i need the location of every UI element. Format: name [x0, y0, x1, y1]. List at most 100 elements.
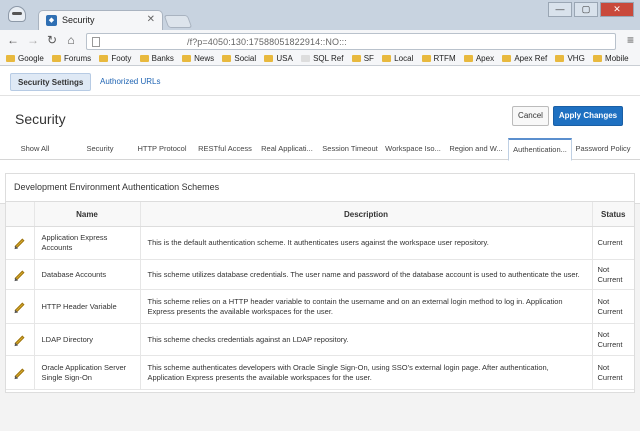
scheme-status: Current	[591, 226, 634, 260]
reload-icon[interactable]: ↻	[45, 33, 59, 47]
new-tab-button[interactable]	[163, 15, 193, 28]
pencil-edit-icon[interactable]	[14, 238, 25, 249]
region-title: Development Environment Authentication S…	[14, 182, 220, 192]
folder-icon	[421, 55, 431, 62]
bookmark-apex[interactable]: Apex	[463, 52, 494, 65]
browser-titlebar: ◆ Security ✕ — ▢ ✕	[0, 0, 640, 30]
browser-toolbar: ← → ↻ ⌂ /f?p=4050:130:17588051822914::NO…	[0, 30, 640, 52]
folder-icon	[222, 55, 232, 62]
table-row: Oracle Application Server Single Sign-On…	[6, 355, 634, 390]
scheme-status: Not Current	[591, 355, 634, 390]
tab-close-icon[interactable]: ✕	[147, 14, 155, 25]
folder-icon	[52, 55, 62, 62]
bookmark-sql-ref[interactable]: SQL Ref	[301, 52, 343, 65]
scheme-description: This scheme utilizes database credential…	[139, 259, 592, 290]
tab-real-application[interactable]: Real Applicati...	[256, 138, 318, 160]
bookmark-rtfm[interactable]: RTFM	[421, 52, 456, 65]
folder-icon	[99, 55, 109, 62]
bookmark-sf[interactable]: SF	[351, 52, 374, 65]
folder-icon	[593, 55, 603, 62]
schemes-table: Name Description Status Application Expr…	[6, 201, 634, 390]
bookmark-local[interactable]: Local	[382, 52, 413, 65]
authorized-urls-tab[interactable]: Authorized URLs	[93, 73, 167, 91]
scheme-name: HTTP Header Variable	[33, 289, 140, 324]
tab-title: Security	[62, 15, 95, 25]
edit-cell[interactable]	[6, 259, 34, 290]
back-arrow-icon[interactable]: ←	[6, 33, 20, 47]
bookmark-footy[interactable]: Footy	[99, 52, 131, 65]
pencil-edit-icon[interactable]	[14, 335, 25, 345]
page-icon	[92, 37, 100, 47]
folder-icon	[6, 55, 15, 62]
scheme-name: LDAP Directory	[33, 323, 140, 356]
pencil-edit-icon[interactable]	[14, 302, 25, 312]
bookmark-mobile[interactable]: Mobile	[593, 52, 629, 65]
scheme-status: Not Current	[591, 259, 634, 290]
edit-cell[interactable]	[6, 355, 34, 390]
edit-cell[interactable]	[6, 323, 34, 356]
tab-session-timeout[interactable]: Session Timeout	[318, 138, 382, 160]
folder-icon	[139, 55, 149, 62]
forward-arrow-icon[interactable]: →	[26, 33, 40, 47]
scheme-name: Database Accounts	[33, 259, 140, 290]
pencil-edit-icon[interactable]	[14, 270, 25, 280]
pencil-edit-icon[interactable]	[14, 368, 25, 378]
folder-icon	[182, 55, 192, 62]
scheme-name: Oracle Application Server Single Sign-On	[33, 355, 140, 390]
region-tabs: Show All Security HTTP Protocol RESTful …	[0, 138, 640, 161]
bookmark-usa[interactable]: USA	[264, 52, 293, 65]
tab-authentication[interactable]: Authentication...	[508, 138, 572, 161]
scheme-description: This is the default authentication schem…	[139, 226, 592, 260]
tab-workspace-isolation[interactable]: Workspace Iso...	[382, 138, 444, 160]
status-column-header[interactable]: Status	[591, 201, 634, 227]
folder-icon	[264, 55, 274, 62]
table-row: HTTP Header Variable This scheme relies …	[6, 289, 634, 324]
scheme-description: This scheme authenticates developers wit…	[139, 355, 592, 390]
tab-password-policy[interactable]: Password Policy	[572, 138, 634, 160]
tab-region-and-web[interactable]: Region and W...	[444, 138, 508, 160]
bookmark-forums[interactable]: Forums	[52, 52, 91, 65]
tab-http-protocol[interactable]: HTTP Protocol	[130, 138, 194, 160]
bookmark-vhg[interactable]: VHG	[555, 52, 585, 65]
minimize-button[interactable]: —	[548, 2, 572, 17]
page-content: Security Settings Authorized URLs Securi…	[0, 66, 640, 431]
tab-show-all[interactable]: Show All	[0, 138, 70, 160]
cancel-button[interactable]: Cancel	[512, 106, 549, 126]
description-column-header[interactable]: Description	[139, 201, 592, 227]
apply-changes-button[interactable]: Apply Changes	[553, 106, 623, 126]
folder-icon	[502, 55, 512, 62]
menu-icon[interactable]: ≡	[627, 33, 634, 47]
bookmark-apex-ref[interactable]: Apex Ref	[502, 52, 547, 65]
bookmark-social[interactable]: Social	[222, 52, 256, 65]
window-controls: — ▢ ✕	[548, 2, 634, 17]
scheme-status: Not Current	[591, 289, 634, 324]
name-column-header[interactable]: Name	[33, 201, 140, 227]
bookmark-banks[interactable]: Banks	[139, 52, 174, 65]
page-icon	[301, 55, 311, 62]
url-text: /f?p=4050:130:17588051822914::NO:::	[187, 37, 347, 47]
bookmarks-bar: Google Forums Footy Banks News Social US…	[0, 52, 640, 66]
edit-column-header	[6, 201, 34, 227]
scheme-status: Not Current	[591, 323, 634, 356]
bookmark-news[interactable]: News	[182, 52, 214, 65]
folder-icon	[463, 55, 473, 62]
tab-restful-access[interactable]: RESTful Access	[194, 138, 256, 160]
bookmark-google[interactable]: Google	[6, 52, 44, 65]
page-title: Security	[15, 111, 66, 127]
home-icon[interactable]: ⌂	[64, 33, 78, 47]
table-header-row: Name Description Status	[6, 201, 634, 227]
edit-cell[interactable]	[6, 289, 34, 324]
edit-cell[interactable]	[6, 226, 34, 260]
browser-tab[interactable]: ◆ Security ✕	[38, 10, 163, 30]
folder-icon	[351, 55, 361, 62]
security-settings-tab[interactable]: Security Settings	[10, 73, 92, 91]
scheme-name: Application Express Accounts	[33, 226, 140, 260]
user-avatar-icon[interactable]	[8, 6, 26, 22]
scheme-description: This scheme checks credentials against a…	[139, 323, 592, 356]
address-bar[interactable]: /f?p=4050:130:17588051822914::NO:::	[86, 33, 616, 50]
tab-security[interactable]: Security	[70, 138, 130, 160]
maximize-button[interactable]: ▢	[574, 2, 598, 17]
close-window-button[interactable]: ✕	[600, 2, 634, 17]
authentication-schemes-region: Development Environment Authentication S…	[5, 173, 635, 393]
apex-favicon-icon: ◆	[46, 15, 57, 26]
